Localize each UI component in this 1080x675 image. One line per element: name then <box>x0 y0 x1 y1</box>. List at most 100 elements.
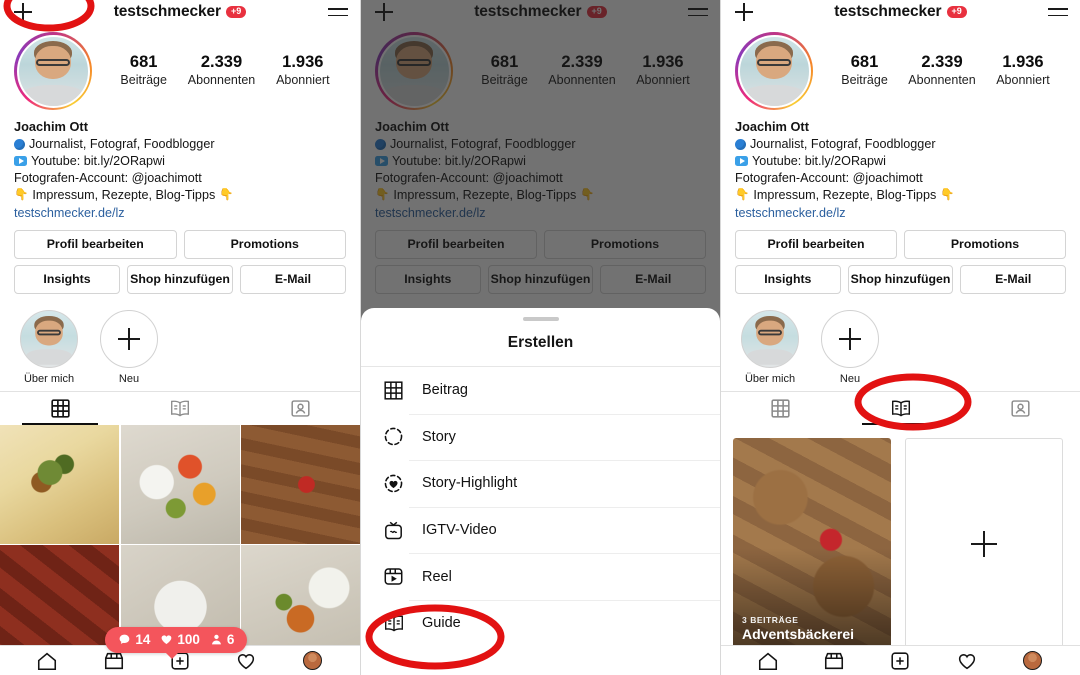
comment-count: 14 <box>118 632 150 647</box>
plus-icon[interactable] <box>12 1 34 23</box>
comment-value: 14 <box>135 632 151 647</box>
bio-website-link[interactable]: testschmecker.de/lz <box>14 205 346 222</box>
hamburger-menu-icon[interactable] <box>1046 7 1068 17</box>
create-bottom-sheet: Erstellen Beitrag Story Story-Highlight <box>361 308 720 675</box>
avatar[interactable] <box>735 32 813 110</box>
grid-post[interactable] <box>0 424 119 544</box>
promotions-button[interactable]: Promotions <box>904 229 1066 259</box>
stat-label: Abonnenten <box>187 73 256 88</box>
action-buttons: Profil bearbeiten Promotions Insights Sh… <box>721 222 1080 294</box>
stat-posts[interactable]: 681 Beiträge <box>841 53 888 88</box>
menu-item-reel[interactable]: Reel <box>361 553 720 600</box>
menu-item-guide[interactable]: Guide <box>361 599 720 647</box>
add-shop-button[interactable]: Shop hinzufügen <box>847 264 954 294</box>
highlight-label: Neu <box>118 372 140 385</box>
stat-value: 1.936 <box>1002 53 1044 72</box>
insights-button[interactable]: Insights <box>14 264 120 294</box>
bio-line-youtube: Youtube: bit.ly/2ORapwi <box>752 153 886 168</box>
profile-avatar-icon[interactable] <box>301 649 325 673</box>
home-icon[interactable] <box>756 649 780 673</box>
highlight-new[interactable]: Neu <box>100 309 158 385</box>
profile-avatar-icon[interactable] <box>1021 649 1045 673</box>
highlight-new[interactable]: Neu <box>821 309 879 385</box>
stat-followers[interactable]: 2.339 Abonnenten <box>188 53 255 88</box>
username-badge[interactable]: +9 <box>226 6 247 18</box>
bio-line-youtube: Youtube: bit.ly/2ORapwi <box>31 153 165 168</box>
shop-icon[interactable] <box>822 649 846 673</box>
bio-line-account: Fotografen-Account: @joachimott <box>14 171 202 186</box>
tab-guides[interactable] <box>841 392 961 425</box>
highlight-label: Über mich <box>744 372 796 385</box>
reach-count: 6 <box>210 632 234 647</box>
stat-value: 681 <box>129 53 158 72</box>
top-bar: testschmecker +9 <box>721 0 1080 24</box>
profile-row: 681 Beiträge 2.339 Abonnenten 1.936 Abon… <box>0 24 360 114</box>
grid-post[interactable] <box>120 424 240 544</box>
highlight-about-me[interactable]: Über mich <box>20 309 78 385</box>
guide-title: Adventsbäckerei <box>742 625 855 642</box>
globe-icon <box>735 138 746 150</box>
insights-button[interactable]: Insights <box>735 264 841 294</box>
menu-item-igtv[interactable]: IGTV-Video <box>361 506 720 554</box>
story-ring-icon <box>381 424 406 449</box>
username-badge[interactable]: +9 <box>946 6 967 18</box>
globe-icon <box>14 138 25 150</box>
email-button[interactable]: E-Mail <box>960 264 1067 294</box>
add-post-icon[interactable] <box>888 649 912 673</box>
profile-row: 681 Beiträge 2.339 Abonnenten 1.936 Abon… <box>721 24 1080 114</box>
stat-posts[interactable]: 681 Beiträge <box>120 53 167 88</box>
stat-value: 1.936 <box>282 53 324 72</box>
tab-guides[interactable] <box>120 392 240 425</box>
menu-item-story-highlight[interactable]: Story-Highlight <box>361 460 720 507</box>
like-value: 100 <box>177 632 200 647</box>
add-shop-button[interactable]: Shop hinzufügen <box>127 264 233 294</box>
username-label: testschmecker <box>834 3 942 20</box>
grid-post[interactable] <box>241 424 360 544</box>
menu-item-story[interactable]: Story <box>361 413 720 461</box>
plus-icon <box>971 530 997 557</box>
stat-label: Abonniert <box>996 73 1050 88</box>
highlight-label: Über mich <box>23 372 75 385</box>
home-icon[interactable] <box>35 649 59 673</box>
screenshot-stage: testschmecker +9 681 Beiträge 2.339 Abon… <box>0 0 1080 675</box>
guide-post-count: 3 BEITRÄGE <box>742 614 799 625</box>
heart-icon <box>162 635 172 645</box>
tab-tagged[interactable] <box>960 392 1080 425</box>
guides-grid: 3 BEITRÄGE Adventsbäckerei <box>721 425 1080 650</box>
bio-block: Joachim Ott Journalist, Fotograf, Foodbl… <box>0 114 360 222</box>
heart-ring-icon <box>381 471 406 496</box>
person-icon <box>211 634 221 645</box>
hamburger-menu-icon[interactable] <box>326 7 348 17</box>
menu-item-beitrag[interactable]: Beitrag <box>361 367 720 414</box>
promotions-button[interactable]: Promotions <box>183 229 346 259</box>
stat-followers[interactable]: 2.339 Abonnenten <box>908 53 975 88</box>
stat-value: 2.339 <box>921 53 963 72</box>
stat-label: Abonnenten <box>908 73 976 88</box>
tab-grid[interactable] <box>0 392 120 425</box>
bio-website-link[interactable]: testschmecker.de/lz <box>735 205 1066 222</box>
tab-tagged[interactable] <box>240 392 360 425</box>
menu-item-label: IGTV-Video <box>422 522 497 539</box>
email-button[interactable]: E-Mail <box>240 264 346 294</box>
bio-line-links: Impressum, Rezepte, Blog-Tipps <box>753 188 937 203</box>
avatar[interactable] <box>14 32 92 110</box>
highlight-about-me[interactable]: Über mich <box>741 309 799 385</box>
edit-profile-button[interactable]: Profil bearbeiten <box>14 229 177 259</box>
stat-following[interactable]: 1.936 Abonniert <box>276 53 330 88</box>
sheet-title: Erstellen <box>507 334 574 351</box>
stat-label: Beiträge <box>841 73 888 88</box>
stat-following[interactable]: 1.936 Abonniert <box>996 53 1050 88</box>
edit-profile-button[interactable]: Profil bearbeiten <box>735 229 897 259</box>
engagement-badge: 14 100 6 <box>105 627 248 659</box>
pointing-down-icon-2: 👇 <box>219 189 234 202</box>
plus-icon[interactable] <box>733 1 755 23</box>
bio-block: Joachim Ott Journalist, Fotograf, Foodbl… <box>721 114 1080 222</box>
story-highlights: Über mich Neu <box>721 300 1080 391</box>
heart-icon[interactable] <box>955 649 979 673</box>
bio-line-role: Journalist, Fotograf, Foodblogger <box>29 136 215 151</box>
guide-card[interactable]: 3 BEITRÄGE Adventsbäckerei <box>733 437 891 650</box>
action-buttons: Profil bearbeiten Promotions Insights Sh… <box>0 222 360 294</box>
menu-item-label: Guide <box>422 615 461 632</box>
tab-grid[interactable] <box>721 392 841 425</box>
create-guide-card[interactable] <box>905 437 1063 650</box>
